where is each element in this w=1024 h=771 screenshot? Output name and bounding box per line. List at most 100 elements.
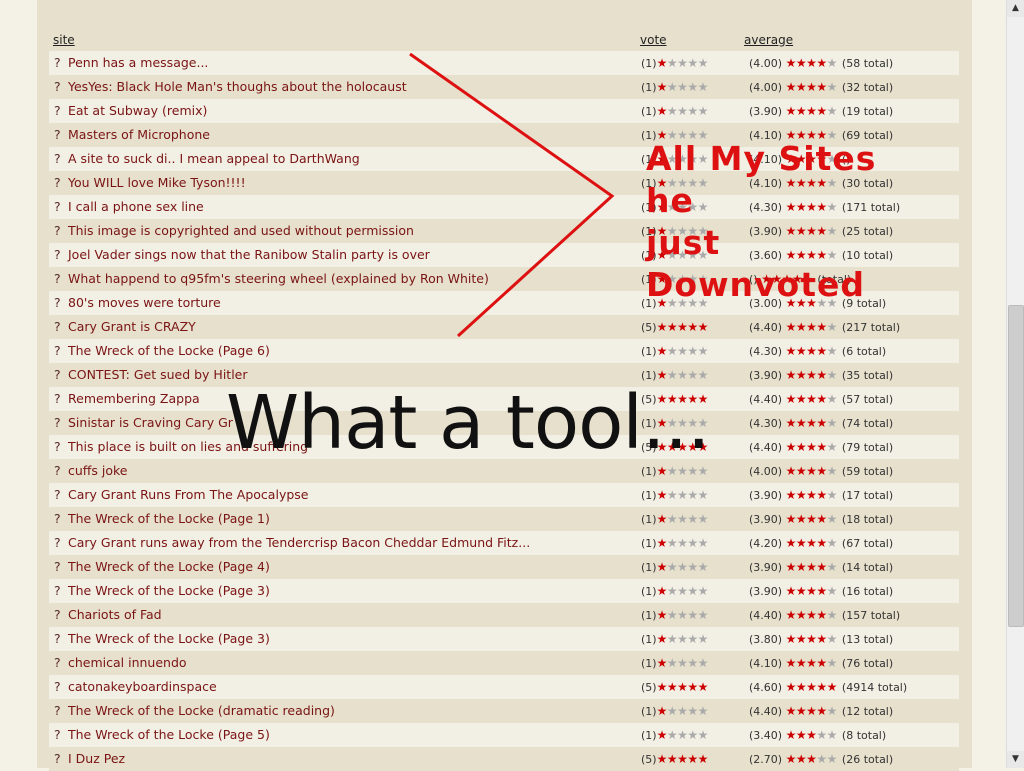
scroll-up-arrow-icon[interactable]: ▲ bbox=[1007, 0, 1024, 17]
site-title-link[interactable]: Sinistar is Craving Cary Gr bbox=[68, 415, 233, 430]
site-title-link[interactable]: The Wreck of the Locke (Page 3) bbox=[68, 583, 270, 598]
site-title-link[interactable]: You WILL love Mike Tyson!!!! bbox=[68, 175, 246, 190]
help-marker[interactable]: ? bbox=[54, 391, 61, 406]
vote-stars-rating[interactable]: ★★★★★ bbox=[657, 224, 709, 238]
vote-stars-rating[interactable]: ★★★★★ bbox=[657, 320, 709, 334]
sort-by-average-link[interactable]: average bbox=[744, 33, 793, 47]
help-marker[interactable]: ? bbox=[54, 655, 61, 670]
site-title-link[interactable]: Eat at Subway (remix) bbox=[68, 103, 207, 118]
site-title-link[interactable]: A site to suck di.. I mean appeal to Dar… bbox=[68, 151, 360, 166]
help-marker[interactable]: ? bbox=[54, 223, 61, 238]
vote-stars-rating[interactable]: ★★★★★ bbox=[657, 560, 709, 574]
vote-stars-rating[interactable]: ★★★★★ bbox=[657, 176, 709, 190]
site-title-link[interactable]: catonakeyboardinspace bbox=[68, 679, 217, 694]
vote-stars-rating[interactable]: ★★★★★ bbox=[657, 728, 709, 742]
help-marker[interactable]: ? bbox=[54, 127, 61, 142]
vote-stars-rating[interactable]: ★★★★★ bbox=[657, 608, 709, 622]
help-marker[interactable]: ? bbox=[54, 79, 61, 94]
site-title-link[interactable]: I Duz Pez bbox=[68, 751, 125, 766]
site-title-link[interactable]: The Wreck of the Locke (Page 5) bbox=[68, 727, 270, 742]
vote-stars-rating[interactable]: ★★★★★ bbox=[657, 704, 709, 718]
help-marker[interactable]: ? bbox=[54, 439, 61, 454]
site-title-link[interactable]: Remembering Zappa bbox=[68, 391, 200, 406]
sort-by-site-link[interactable]: site bbox=[53, 33, 75, 47]
vote-stars-rating[interactable]: ★★★★★ bbox=[657, 752, 709, 766]
help-marker[interactable]: ? bbox=[54, 727, 61, 742]
help-marker[interactable]: ? bbox=[54, 343, 61, 358]
help-marker[interactable]: ? bbox=[54, 319, 61, 334]
help-marker[interactable]: ? bbox=[54, 703, 61, 718]
site-title-link[interactable]: What happend to q95fm's steering wheel (… bbox=[68, 271, 489, 286]
vote-stars-rating[interactable]: ★★★★★ bbox=[657, 512, 709, 526]
site-title-link[interactable]: CONTEST: Get sued by Hitler bbox=[68, 367, 248, 382]
vote-stars-rating[interactable]: ★★★★★ bbox=[657, 632, 709, 646]
help-marker[interactable]: ? bbox=[54, 631, 61, 646]
vote-stars-rating[interactable]: ★★★★★ bbox=[657, 464, 709, 478]
vote-stars-rating[interactable]: ★★★★★ bbox=[657, 416, 709, 430]
vote-stars-rating[interactable]: ★★★★★ bbox=[657, 344, 709, 358]
scrollbar-thumb[interactable] bbox=[1008, 305, 1024, 627]
vote-stars-rating[interactable]: ★★★★★ bbox=[657, 488, 709, 502]
vote-stars-rating[interactable]: ★★★★★ bbox=[657, 680, 709, 694]
help-marker[interactable]: ? bbox=[54, 415, 61, 430]
vote-stars-rating[interactable]: ★★★★★ bbox=[657, 80, 709, 94]
vote-stars-rating[interactable]: ★★★★★ bbox=[657, 584, 709, 598]
scroll-down-arrow-icon[interactable]: ▼ bbox=[1007, 751, 1024, 768]
help-marker[interactable]: ? bbox=[54, 751, 61, 766]
site-title-link[interactable]: The Wreck of the Locke (Page 3) bbox=[68, 631, 270, 646]
vote-stars-rating[interactable]: ★★★★★ bbox=[657, 296, 709, 310]
site-title-link[interactable]: This image is copyrighted and used witho… bbox=[68, 223, 414, 238]
site-title-link[interactable]: This place is built on lies and sufferin… bbox=[68, 439, 308, 454]
vote-stars-rating[interactable]: ★★★★★ bbox=[657, 392, 709, 406]
vote-stars-rating[interactable]: ★★★★★ bbox=[657, 656, 709, 670]
vote-stars-rating[interactable]: ★★★★★ bbox=[657, 536, 709, 550]
help-marker[interactable]: ? bbox=[54, 175, 61, 190]
vote-stars-rating[interactable]: ★★★★★ bbox=[657, 440, 709, 454]
average-stars-rating: ★★★★★ bbox=[785, 560, 838, 574]
help-marker[interactable]: ? bbox=[54, 199, 61, 214]
site-title-link[interactable]: I call a phone sex line bbox=[68, 199, 204, 214]
site-title-link[interactable]: chemical innuendo bbox=[68, 655, 187, 670]
help-marker[interactable]: ? bbox=[54, 679, 61, 694]
help-marker[interactable]: ? bbox=[54, 295, 61, 310]
vote-stars-rating[interactable]: ★★★★★ bbox=[657, 248, 709, 262]
sort-by-vote-link[interactable]: vote bbox=[640, 33, 667, 47]
site-title-link[interactable]: Penn has a message... bbox=[68, 55, 208, 70]
help-marker[interactable]: ? bbox=[54, 583, 61, 598]
site-title-link[interactable]: Cary Grant runs away from the Tendercris… bbox=[68, 535, 530, 550]
total-votes-value: 74 total bbox=[846, 417, 889, 430]
help-marker[interactable]: ? bbox=[54, 487, 61, 502]
vote-stars-rating[interactable]: ★★★★★ bbox=[657, 104, 709, 118]
help-marker[interactable]: ? bbox=[54, 511, 61, 526]
help-marker[interactable]: ? bbox=[54, 607, 61, 622]
help-marker[interactable]: ? bbox=[54, 559, 61, 574]
site-title-link[interactable]: Cary Grant Runs From The Apocalypse bbox=[68, 487, 308, 502]
help-marker[interactable]: ? bbox=[54, 535, 61, 550]
vertical-scrollbar[interactable]: ▲ ▼ bbox=[1006, 0, 1024, 768]
vote-stars-rating[interactable]: ★★★★★ bbox=[657, 368, 709, 382]
vote-stars-rating[interactable]: ★★★★★ bbox=[657, 200, 709, 214]
site-title-link[interactable]: 80's moves were torture bbox=[68, 295, 221, 310]
site-title-link[interactable]: Joel Vader sings now that the Ranibow St… bbox=[68, 247, 430, 262]
site-title-link[interactable]: The Wreck of the Locke (Page 1) bbox=[68, 511, 270, 526]
help-marker[interactable]: ? bbox=[54, 367, 61, 382]
vote-stars-rating[interactable]: ★★★★★ bbox=[657, 152, 709, 166]
vote-stars-rating[interactable]: ★★★★★ bbox=[657, 128, 709, 142]
vote-stars-rating[interactable]: ★★★★★ bbox=[657, 272, 709, 286]
help-marker[interactable]: ? bbox=[54, 271, 61, 286]
site-title-link[interactable]: The Wreck of the Locke (Page 4) bbox=[68, 559, 270, 574]
site-title-link[interactable]: YesYes: Black Hole Man's thoughs about t… bbox=[68, 79, 407, 94]
help-marker[interactable]: ? bbox=[54, 151, 61, 166]
help-marker[interactable]: ? bbox=[54, 55, 61, 70]
vote-cell: (5)★★★★★ bbox=[641, 440, 708, 454]
site-title-link[interactable]: The Wreck of the Locke (dramatic reading… bbox=[68, 703, 335, 718]
site-title-link[interactable]: Masters of Microphone bbox=[68, 127, 210, 142]
help-marker[interactable]: ? bbox=[54, 463, 61, 478]
site-title-link[interactable]: Chariots of Fad bbox=[68, 607, 162, 622]
vote-stars-rating[interactable]: ★★★★★ bbox=[657, 56, 709, 70]
help-marker[interactable]: ? bbox=[54, 103, 61, 118]
site-title-link[interactable]: Cary Grant is CRAZY bbox=[68, 319, 196, 334]
site-title-link[interactable]: cuffs joke bbox=[68, 463, 128, 478]
site-title-link[interactable]: The Wreck of the Locke (Page 6) bbox=[68, 343, 270, 358]
help-marker[interactable]: ? bbox=[54, 247, 61, 262]
